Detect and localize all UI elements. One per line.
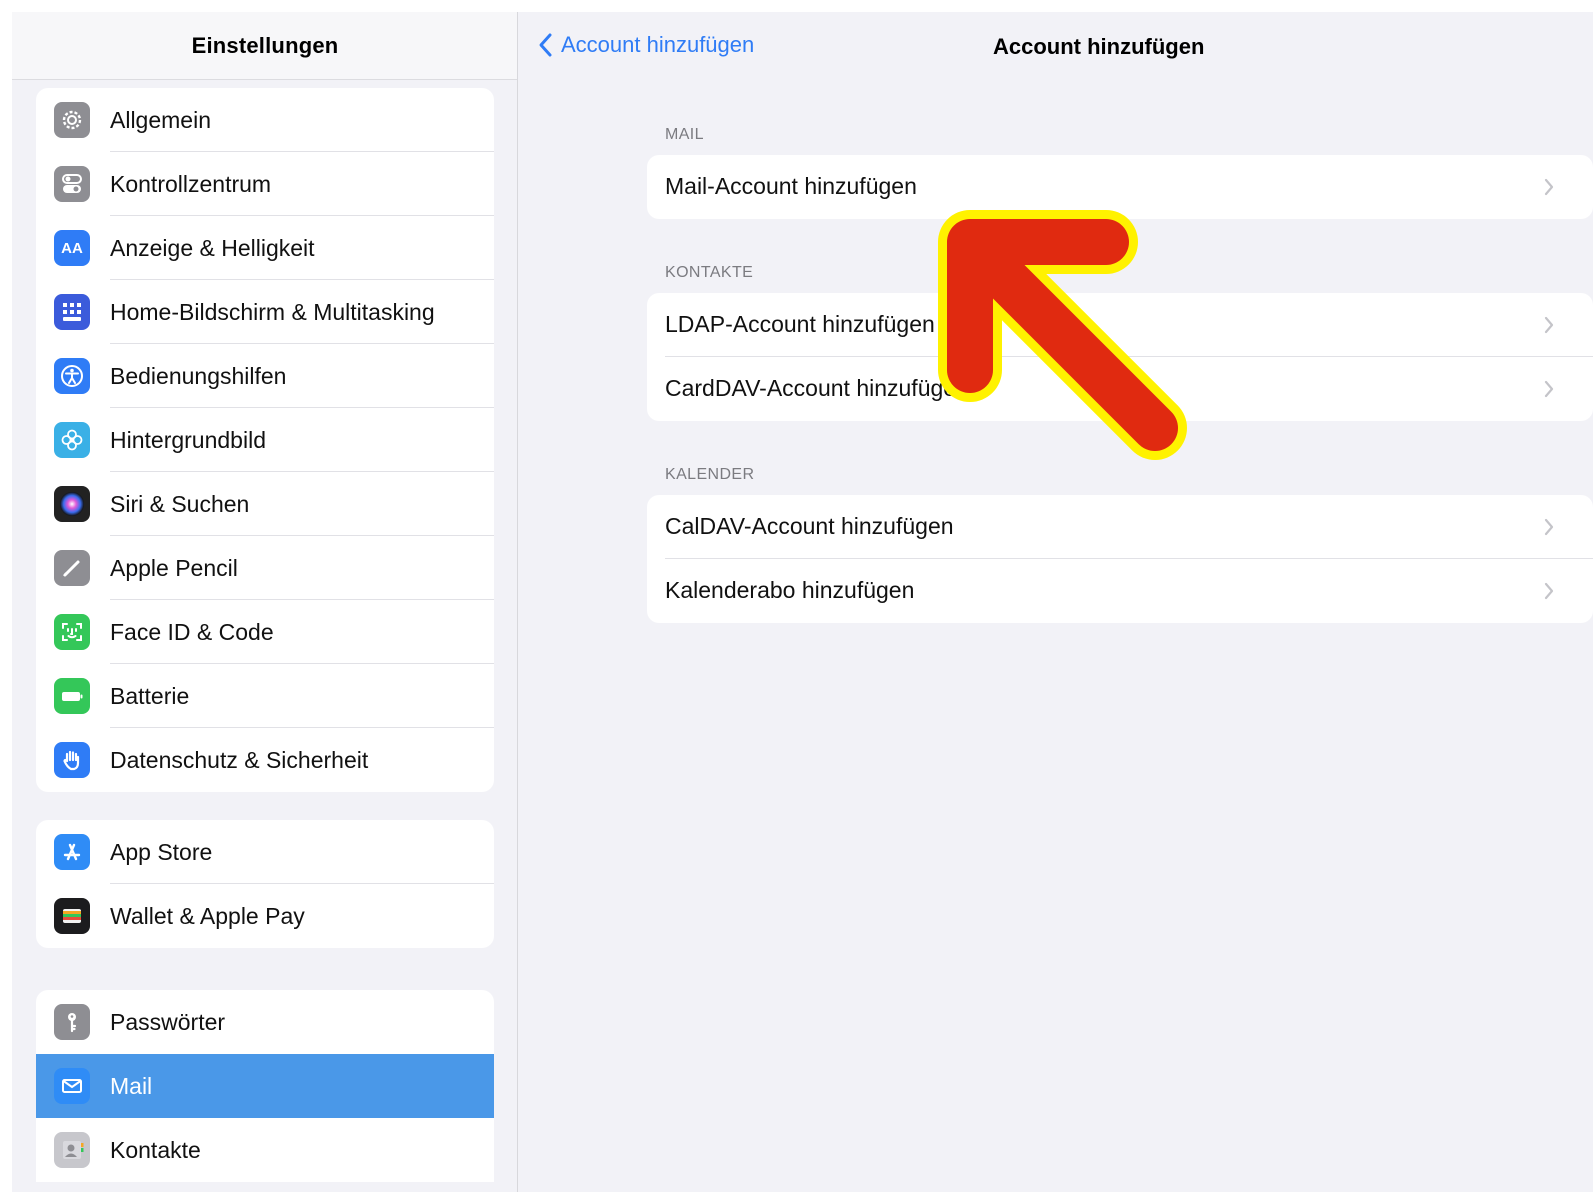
row-label: CalDAV-Account hinzufügen xyxy=(665,513,954,539)
add-carddav-account-row[interactable]: CardDAV-Account hinzufügen xyxy=(647,357,1593,421)
sidebar-item-label: Siri & Suchen xyxy=(110,490,250,517)
row-label: Mail-Account hinzufügen xyxy=(665,173,917,199)
sidebar-item-datenschutz[interactable]: Datenschutz & Sicherheit xyxy=(36,728,494,792)
sidebar-item-label: Batterie xyxy=(110,682,190,709)
chevron-right-icon xyxy=(1544,518,1554,536)
flower-icon xyxy=(54,422,90,458)
section-header-kalender: KALENDER xyxy=(665,466,755,483)
sidebar-item-label: Home-Bildschirm & Multitasking xyxy=(110,298,435,325)
chevron-right-icon xyxy=(1544,380,1554,398)
section-header-kontakte: KONTAKTE xyxy=(665,264,754,281)
sidebar-group-store: App Store Wallet & Apple Pay xyxy=(36,820,494,948)
sidebar-item-allgemein[interactable]: Allgemein xyxy=(36,88,494,152)
sidebar-item-label: Datenschutz & Sicherheit xyxy=(110,746,369,773)
section-kontakte: LDAP-Account hinzufügen CardDAV-Account … xyxy=(647,293,1593,421)
row-label: CardDAV-Account hinzufügen xyxy=(665,375,969,401)
section-header-mail: MAIL xyxy=(665,126,704,143)
sidebar-item-label: Mail xyxy=(110,1072,153,1099)
sidebar-item-label: Apple Pencil xyxy=(110,554,238,581)
back-button-label: Account hinzufügen xyxy=(561,32,755,57)
app-store-icon xyxy=(54,834,90,870)
sidebar-item-bedienungshilfen[interactable]: Bedienungshilfen xyxy=(36,344,494,408)
chevron-right-icon xyxy=(1544,582,1554,600)
sidebar-group-apps: Passwörter Mail Kontakte xyxy=(36,990,494,1182)
siri-icon xyxy=(54,486,90,522)
sidebar-item-label: Kontakte xyxy=(110,1136,201,1163)
sidebar-item-passwoerter[interactable]: Passwörter xyxy=(36,990,494,1054)
sidebar-group-system: Allgemein Kontrollzentrum AA Anzeige & H… xyxy=(36,88,494,792)
sidebar-item-home-bildschirm[interactable]: Home-Bildschirm & Multitasking xyxy=(36,280,494,344)
chevron-right-icon xyxy=(1544,178,1554,196)
pencil-icon xyxy=(54,550,90,586)
sidebar-item-label: Hintergrundbild xyxy=(110,426,266,453)
chevron-left-icon xyxy=(539,33,552,57)
sidebar-item-wallet[interactable]: Wallet & Apple Pay xyxy=(36,884,494,948)
battery-icon xyxy=(54,678,90,714)
app-window: Einstellungen Allgemein Kontrollzentrum … xyxy=(12,12,1593,1192)
sidebar-item-label: Wallet & Apple Pay xyxy=(110,902,305,929)
sidebar-item-label: Allgemein xyxy=(110,106,211,133)
row-label: Kalenderabo hinzufügen xyxy=(665,577,915,603)
sidebar-item-anzeige[interactable]: AA Anzeige & Helligkeit xyxy=(36,216,494,280)
back-button[interactable]: Account hinzufügen xyxy=(537,32,754,58)
navigation-bar: Account hinzufügen Account hinzufügen xyxy=(519,12,1593,80)
sidebar-item-hintergrundbild[interactable]: Hintergrundbild xyxy=(36,408,494,472)
settings-sidebar: Einstellungen Allgemein Kontrollzentrum … xyxy=(12,12,518,1192)
sidebar-item-mail[interactable]: Mail xyxy=(36,1054,494,1118)
section-mail: Mail-Account hinzufügen xyxy=(647,155,1593,219)
sidebar-item-label: Anzeige & Helligkeit xyxy=(110,234,315,261)
grid-icon xyxy=(54,294,90,330)
sidebar-title: Einstellungen xyxy=(191,32,339,58)
sidebar-item-face-id[interactable]: Face ID & Code xyxy=(36,600,494,664)
accessibility-icon xyxy=(54,358,90,394)
sidebar-item-kontakte[interactable]: Kontakte xyxy=(36,1118,494,1182)
sidebar-item-app-store[interactable]: App Store xyxy=(36,820,494,884)
sidebar-item-kontrollzentrum[interactable]: Kontrollzentrum xyxy=(36,152,494,216)
sidebar-item-batterie[interactable]: Batterie xyxy=(36,664,494,728)
page-title: Account hinzufügen xyxy=(993,34,1205,59)
add-calendar-subscription-row[interactable]: Kalenderabo hinzufügen xyxy=(647,559,1593,623)
sidebar-item-label: Face ID & Code xyxy=(110,618,274,645)
sidebar-item-apple-pencil[interactable]: Apple Pencil xyxy=(36,536,494,600)
sidebar-item-siri[interactable]: Siri & Suchen xyxy=(36,472,494,536)
add-mail-account-row[interactable]: Mail-Account hinzufügen xyxy=(647,155,1593,219)
add-ldap-account-row[interactable]: LDAP-Account hinzufügen xyxy=(647,293,1593,357)
key-icon xyxy=(54,1004,90,1040)
toggles-icon xyxy=(54,166,90,202)
row-label: LDAP-Account hinzufügen xyxy=(665,311,935,337)
contacts-icon xyxy=(54,1132,90,1168)
sidebar-item-label: Passwörter xyxy=(110,1008,226,1035)
detail-pane: Account hinzufügen Account hinzufügen MA… xyxy=(519,12,1593,1192)
wallet-icon xyxy=(54,898,90,934)
gear-icon xyxy=(54,102,90,138)
hand-icon xyxy=(54,742,90,778)
sidebar-header: Einstellungen xyxy=(12,12,517,80)
sidebar-item-label: App Store xyxy=(110,838,213,865)
sidebar-item-label: Kontrollzentrum xyxy=(110,170,272,197)
text-size-icon: AA xyxy=(54,230,90,266)
chevron-right-icon xyxy=(1544,316,1554,334)
face-id-icon xyxy=(54,614,90,650)
section-kalender: CalDAV-Account hinzufügen Kalenderabo hi… xyxy=(647,495,1593,623)
sidebar-item-label: Bedienungshilfen xyxy=(110,362,287,389)
mail-icon xyxy=(54,1068,90,1104)
add-caldav-account-row[interactable]: CalDAV-Account hinzufügen xyxy=(647,495,1593,559)
